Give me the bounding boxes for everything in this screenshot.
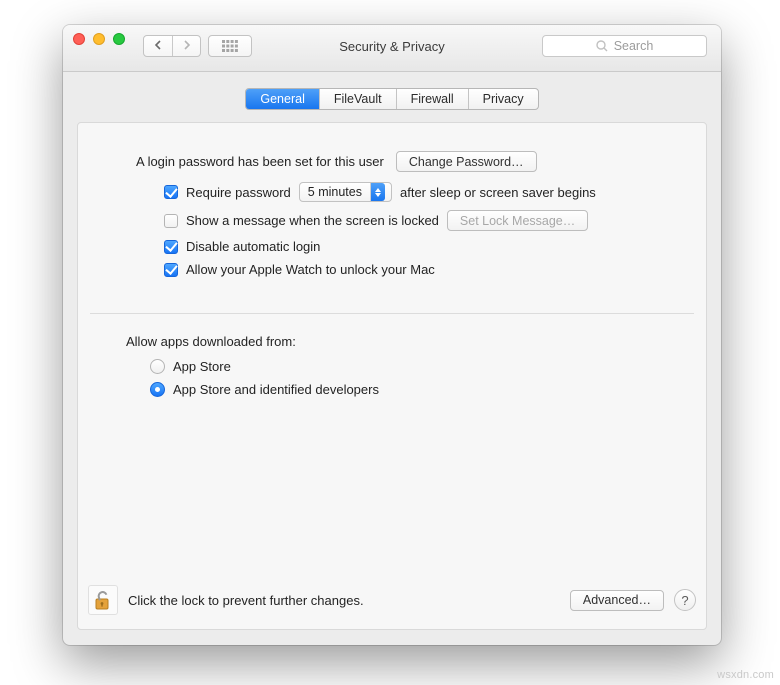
set-lock-message-button: Set Lock Message…	[447, 210, 588, 231]
change-password-button[interactable]: Change Password…	[396, 151, 537, 172]
close-icon[interactable]	[73, 33, 85, 45]
require-password-checkbox[interactable]	[164, 185, 178, 199]
advanced-button[interactable]: Advanced…	[570, 590, 664, 611]
zoom-icon[interactable]	[113, 33, 125, 45]
tab-firewall[interactable]: Firewall	[396, 89, 468, 109]
tab-label: General	[260, 92, 304, 106]
apple-watch-label: Allow your Apple Watch to unlock your Ma…	[186, 262, 435, 277]
show-message-checkbox[interactable]	[164, 214, 178, 228]
apple-watch-checkbox[interactable]	[164, 263, 178, 277]
lock-button[interactable]	[88, 585, 118, 615]
disable-auto-login-checkbox[interactable]	[164, 240, 178, 254]
tab-filevault[interactable]: FileVault	[319, 89, 396, 109]
chevron-right-icon	[183, 40, 191, 50]
footer: Click the lock to prevent further change…	[88, 580, 696, 620]
download-heading: Allow apps downloaded from:	[126, 334, 682, 349]
require-password-row: Require password 5 minutes after sleep o…	[164, 182, 682, 202]
tab-privacy[interactable]: Privacy	[468, 89, 538, 109]
preferences-window: Security & Privacy Search General FileVa…	[63, 25, 721, 645]
radio-label: App Store and identified developers	[173, 382, 379, 397]
download-section: Allow apps downloaded from: App Store Ap…	[78, 314, 706, 397]
login-password-text: A login password has been set for this u…	[136, 154, 384, 169]
radio-identified-developers[interactable]	[150, 382, 165, 397]
apple-watch-row: Allow your Apple Watch to unlock your Ma…	[164, 262, 682, 277]
tab-strip: General FileVault Firewall Privacy	[245, 88, 538, 110]
download-option-identified: App Store and identified developers	[150, 382, 682, 397]
checkbox-list: Require password 5 minutes after sleep o…	[164, 182, 682, 277]
tab-label: FileVault	[334, 92, 382, 106]
tab-label: Firewall	[411, 92, 454, 106]
disable-auto-login-label: Disable automatic login	[186, 239, 320, 254]
search-placeholder: Search	[614, 39, 654, 53]
show-message-row: Show a message when the screen is locked…	[164, 210, 682, 231]
window-controls	[73, 33, 125, 45]
lock-text: Click the lock to prevent further change…	[128, 593, 364, 608]
help-button[interactable]: ?	[674, 589, 696, 611]
require-password-label: Require password	[186, 185, 291, 200]
footer-right: Advanced… ?	[570, 589, 696, 611]
login-password-row: A login password has been set for this u…	[136, 151, 682, 172]
watermark: wsxdn.com	[717, 669, 774, 681]
disable-auto-login-row: Disable automatic login	[164, 239, 682, 254]
minimize-icon[interactable]	[93, 33, 105, 45]
login-section: A login password has been set for this u…	[78, 123, 706, 277]
forward-button[interactable]	[172, 36, 200, 56]
download-option-app-store: App Store	[150, 359, 682, 374]
nav-segment	[143, 35, 201, 57]
tab-label: Privacy	[483, 92, 524, 106]
content-pane: A login password has been set for this u…	[77, 122, 707, 630]
select-value: 5 minutes	[308, 185, 362, 199]
unlocked-lock-icon	[93, 589, 113, 611]
lock-area: Click the lock to prevent further change…	[88, 585, 364, 615]
search-icon	[596, 40, 608, 52]
radio-label: App Store	[173, 359, 231, 374]
require-password-delay-select[interactable]: 5 minutes	[299, 182, 392, 202]
search-input[interactable]: Search	[542, 35, 707, 57]
require-password-suffix: after sleep or screen saver begins	[400, 185, 596, 200]
tab-bar: General FileVault Firewall Privacy	[63, 72, 721, 110]
show-message-label: Show a message when the screen is locked	[186, 213, 439, 228]
download-radio-group: App Store App Store and identified devel…	[150, 359, 682, 397]
tab-general[interactable]: General	[246, 89, 318, 109]
chevron-left-icon	[154, 40, 162, 50]
back-button[interactable]	[144, 36, 172, 56]
grid-icon	[222, 40, 238, 52]
titlebar: Security & Privacy Search	[63, 25, 721, 72]
show-all-button[interactable]	[208, 35, 252, 57]
radio-app-store[interactable]	[150, 359, 165, 374]
updown-icon	[370, 183, 385, 201]
